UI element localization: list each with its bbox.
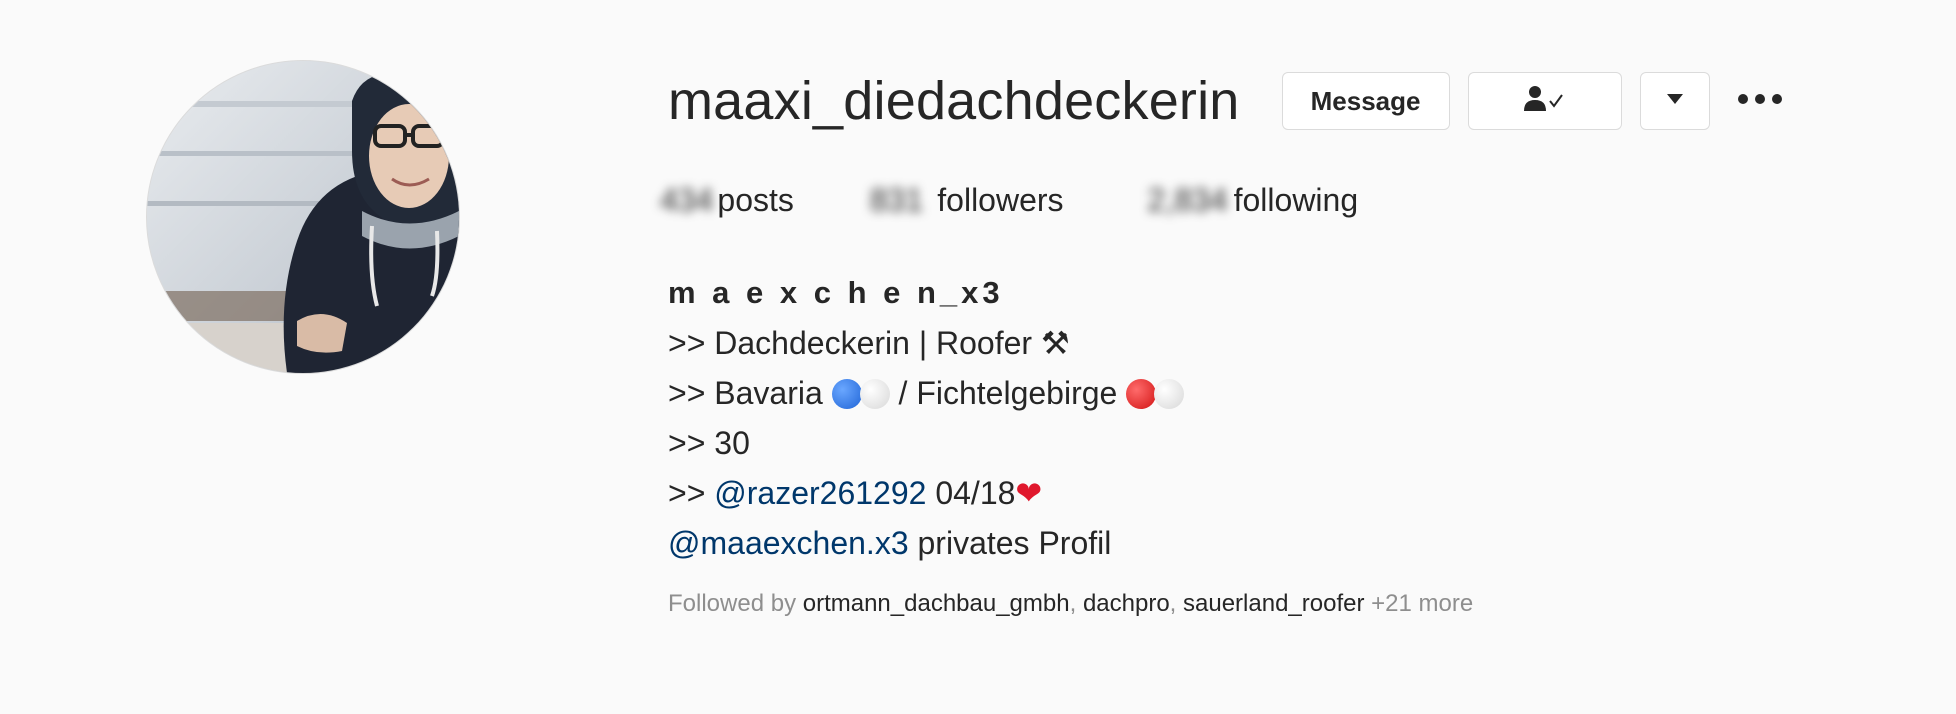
separator: , (1069, 590, 1083, 617)
profile-header: maaxi_diedachdeckerin Message (668, 68, 1784, 134)
follower-link[interactable]: ortmann_dachbau_gmbh (803, 590, 1070, 617)
profile-stats: 434 posts 831 followers 2,834 following (660, 182, 1358, 219)
posts-count: 434 (660, 182, 714, 218)
profile-photo (147, 61, 459, 373)
followers-label: followers (937, 182, 1064, 218)
white-circle-icon (859, 379, 890, 409)
mention-link[interactable]: @maaexchen.x3 (668, 525, 909, 561)
followed-by-prefix: Followed by (668, 590, 803, 617)
followers-stat[interactable]: 831 followers (870, 182, 1064, 219)
blue-circle-icon (831, 379, 862, 409)
bio-line-occupation: >> Dachdeckerin | Roofer ⚒ (668, 318, 1184, 368)
mention-link[interactable]: @razer261292 (714, 475, 926, 511)
profile-bio: m a e x c h e n_x3 >> Dachdeckerin | Roo… (668, 268, 1185, 568)
hammer-pick-icon: ⚒ (1040, 324, 1070, 362)
ellipsis-icon (1736, 92, 1784, 110)
bio-text: >> Bavaria (668, 375, 832, 411)
posts-label: posts (717, 182, 794, 218)
bio-text: 04/18 (926, 475, 1016, 511)
profile-username: maaxi_diedachdeckerin (668, 71, 1240, 131)
follower-link[interactable]: dachpro (1083, 590, 1170, 617)
followers-count: 831 (869, 182, 924, 218)
bio-text: >> (668, 475, 715, 511)
caret-down-icon (1666, 92, 1684, 110)
person-check-icon (1523, 85, 1567, 118)
message-button[interactable]: Message (1281, 72, 1450, 130)
bio-text: / Fichtelgebirge (889, 375, 1127, 411)
avatar[interactable] (146, 60, 460, 374)
bio-text: privates Profil (908, 525, 1112, 561)
following-label: following (1233, 182, 1359, 218)
bio-line-private: @maaexchen.x3 privates Profil (668, 518, 1184, 568)
red-circle-icon (1126, 379, 1157, 409)
full-name: m a e x c h e n_x3 (668, 275, 1004, 310)
posts-stat: 434 posts (660, 182, 794, 219)
following-count: 2,834 (1147, 182, 1228, 218)
bio-line-partner: >> @razer261292 04/18❤ (668, 468, 1184, 518)
suggestions-dropdown-button[interactable] (1639, 72, 1710, 130)
following-stat[interactable]: 2,834 following (1148, 182, 1359, 219)
profile-page: maaxi_diedachdeckerin Message 434 posts … (0, 0, 1956, 714)
heart-icon: ❤ (1015, 474, 1043, 512)
bio-line-age: >> 30 (668, 425, 750, 461)
more-options-button[interactable] (1736, 72, 1784, 130)
white-circle-icon (1154, 379, 1185, 409)
bio-line-location: >> Bavaria / Fichtelgebirge (668, 368, 1185, 418)
separator: , (1169, 590, 1184, 617)
bio-text: >> Dachdeckerin | Roofer (668, 325, 1041, 361)
followed-by[interactable]: Followed by ortmann_dachbau_gmbh, dachpr… (668, 590, 1473, 618)
following-button[interactable] (1467, 72, 1622, 130)
more-followers-link[interactable]: +21 more (1364, 590, 1473, 617)
follower-link[interactable]: sauerland_roofer (1183, 590, 1364, 617)
